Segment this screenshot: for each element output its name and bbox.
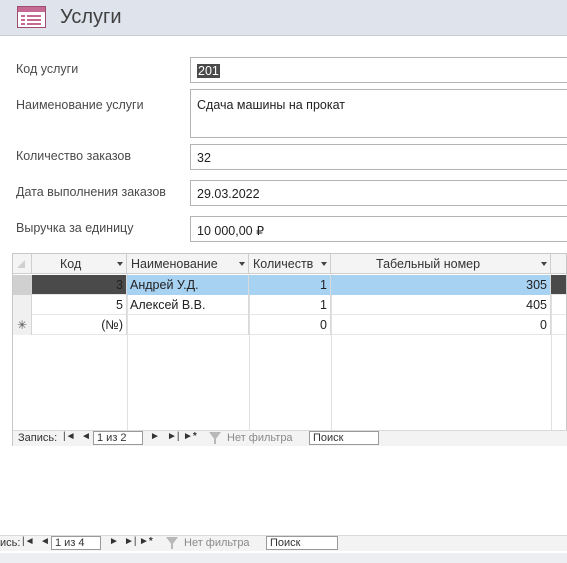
column-header-tabnum[interactable]: Табельный номер bbox=[331, 254, 551, 274]
new-record-row[interactable]: ✳ (№) 0 0 bbox=[13, 315, 566, 335]
orders-field[interactable]: 32 bbox=[190, 144, 567, 170]
form-icon bbox=[17, 6, 46, 28]
new-record-icon[interactable]: ✳ bbox=[13, 315, 32, 335]
form-header: Услуги bbox=[0, 0, 567, 36]
cell-name[interactable]: Андрей У.Д. bbox=[127, 275, 249, 295]
row-selector[interactable] bbox=[13, 275, 32, 295]
new-record-button[interactable]: ►* bbox=[183, 431, 197, 442]
service-name-field[interactable]: Сдача машины на прокат bbox=[190, 89, 567, 138]
cell-code[interactable]: 3 bbox=[32, 275, 127, 295]
cell-name[interactable]: Алексей В.В. bbox=[127, 295, 249, 315]
form-record-navigator: ись: |◄ ◄ 1 из 4 ► ►| ►* Нет фильтра Пои… bbox=[0, 535, 567, 551]
cell-tabnum[interactable]: 305 bbox=[331, 275, 551, 295]
search-input[interactable]: Поиск bbox=[266, 536, 338, 550]
revenue-field[interactable]: 10 000,00 ₽ bbox=[190, 216, 567, 242]
orders-label: Количество заказов bbox=[16, 149, 132, 163]
record-label: ись: bbox=[0, 537, 21, 549]
last-record-button[interactable]: ►| bbox=[124, 536, 137, 547]
filter-toggle[interactable]: Нет фильтра bbox=[227, 432, 293, 444]
record-label: Запись: bbox=[18, 432, 58, 444]
cell-code[interactable]: (№) bbox=[32, 315, 127, 335]
status-strip bbox=[0, 553, 567, 563]
table-row[interactable]: 3 Андрей У.Д. 1 305 bbox=[13, 275, 566, 295]
first-record-button[interactable]: |◄ bbox=[22, 536, 35, 547]
current-record-input[interactable]: 1 из 4 bbox=[51, 536, 101, 550]
date-label: Дата выполнения заказов bbox=[16, 185, 166, 199]
cell-tabnum[interactable]: 405 bbox=[331, 295, 551, 315]
search-input[interactable]: Поиск bbox=[309, 431, 379, 445]
filter-icon bbox=[166, 537, 178, 549]
subform-record-navigator: Запись: |◄ ◄ 1 из 2 ► ►| ►* Нет фильтра … bbox=[13, 430, 567, 446]
column-header-name[interactable]: Наименование bbox=[127, 254, 249, 274]
code-label: Код услуги bbox=[16, 62, 79, 76]
first-record-button[interactable]: |◄ bbox=[63, 431, 76, 442]
cell-qty[interactable]: 1 bbox=[249, 275, 331, 295]
revenue-label: Выручка за единицу bbox=[16, 221, 134, 235]
filter-toggle[interactable]: Нет фильтра bbox=[184, 537, 250, 549]
previous-record-button[interactable]: ◄ bbox=[40, 536, 50, 547]
table-row[interactable]: 5 Алексей В.В. 1 405 bbox=[13, 295, 566, 315]
column-header-code[interactable]: Код bbox=[32, 254, 127, 274]
last-record-button[interactable]: ►| bbox=[167, 431, 180, 442]
service-name-label: Наименование услуги bbox=[16, 98, 144, 112]
date-field[interactable]: 29.03.2022 bbox=[190, 180, 567, 206]
new-record-button[interactable]: ►* bbox=[139, 536, 153, 547]
cell-qty[interactable]: 1 bbox=[249, 295, 331, 315]
employees-subform: Код Наименование Количеств Табельный ном… bbox=[12, 253, 567, 446]
code-value: 201 bbox=[197, 64, 220, 78]
select-all-corner[interactable] bbox=[13, 254, 32, 274]
next-record-button[interactable]: ► bbox=[150, 431, 160, 442]
filter-icon bbox=[209, 432, 221, 444]
cell-qty[interactable]: 0 bbox=[249, 315, 331, 335]
cell-tabnum[interactable]: 0 bbox=[331, 315, 551, 335]
current-record-input[interactable]: 1 из 2 bbox=[93, 431, 143, 445]
cell-code[interactable]: 5 bbox=[32, 295, 127, 315]
row-selector[interactable] bbox=[13, 295, 32, 315]
previous-record-button[interactable]: ◄ bbox=[81, 431, 91, 442]
next-record-button[interactable]: ► bbox=[109, 536, 119, 547]
form-title: Услуги bbox=[60, 6, 122, 28]
cell-name[interactable] bbox=[127, 315, 249, 335]
code-field[interactable]: 201 bbox=[190, 57, 567, 83]
column-header-qty[interactable]: Количеств bbox=[249, 254, 331, 274]
